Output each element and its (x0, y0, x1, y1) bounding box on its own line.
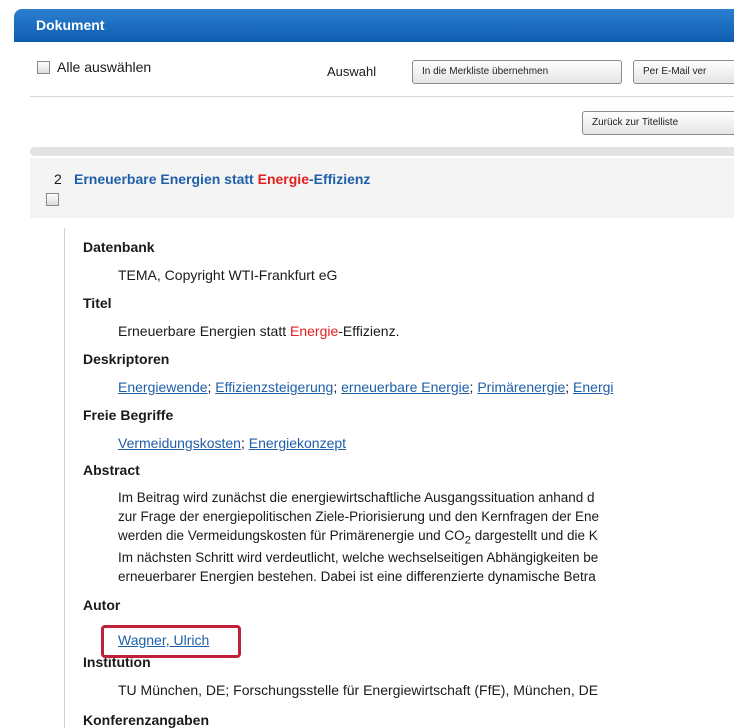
free-term-links: Vermeidungskosten; Energiekonzept (118, 435, 346, 451)
title-text: Erneuerbare Energien statt (74, 171, 258, 187)
field-label-deskriptoren: Deskriptoren (83, 351, 170, 367)
back-to-title-list-button[interactable]: Zurück zur Titelliste (582, 111, 734, 135)
field-value-titel: Erneuerbare Energien statt Energie-Effiz… (118, 323, 399, 339)
field-label-konferenz: Konferenzangaben (83, 712, 210, 728)
email-button[interactable]: Per E-Mail ver (633, 60, 734, 84)
add-to-merkliste-button[interactable]: In die Merkliste übernehmen (412, 60, 622, 84)
abstract-line: Im nächsten Schritt wird verdeutlicht, w… (118, 550, 599, 565)
field-value-datenbank: TEMA, Copyright WTI-Frankfurt eG (118, 267, 338, 283)
field-label-autor: Autor (83, 597, 121, 613)
result-checkbox[interactable] (46, 193, 59, 206)
link-separator: ; (565, 379, 574, 395)
abstract-line: werden die Vermeidungskosten für Primäre… (118, 528, 598, 547)
abstract-line: zur Frage der energiepolitischen Ziele-P… (118, 509, 600, 524)
descriptor-links: Energiewende; Effizienzsteigerung; erneu… (118, 379, 614, 395)
descriptor-link[interactable]: Energiewende (118, 379, 208, 395)
field-label-abstract: Abstract (83, 462, 140, 478)
abstract-line: Im Beitrag wird zunächst die energiewirt… (118, 490, 595, 505)
result-row: 2 Erneuerbare Energien statt Energie-Eff… (30, 158, 734, 218)
free-term-link[interactable]: Energiekonzept (249, 435, 346, 451)
selection-toolbar: Alle auswählen Auswahl In die Merkliste … (30, 56, 734, 94)
free-term-link[interactable]: Vermeidungskosten (118, 435, 241, 451)
title-highlight: Energie (257, 171, 309, 187)
select-all-label[interactable]: Alle auswählen (57, 59, 151, 75)
descriptor-link[interactable]: erneuerbare Energie (341, 379, 469, 395)
field-label-freie-begriffe: Freie Begriffe (83, 407, 174, 423)
link-separator: ; (240, 435, 249, 451)
document-panel-header: Dokument (14, 9, 734, 42)
abstract-line: erneuerbarer Energien bestehen. Dabei is… (118, 569, 596, 584)
descriptor-link[interactable]: Energi (573, 379, 613, 395)
descriptor-link[interactable]: Primärenergie (477, 379, 565, 395)
abstract-text: werden die Vermeidungskosten für Primäre… (118, 528, 465, 543)
panel-title: Dokument (36, 17, 105, 33)
author-highlight-box (101, 625, 241, 658)
toolbar-divider (30, 96, 734, 97)
result-number: 2 (54, 171, 62, 187)
select-all-checkbox[interactable] (37, 61, 50, 74)
field-value-institution: TU München, DE; Forschungsstelle für Ene… (118, 682, 599, 698)
result-title-link[interactable]: Erneuerbare Energien statt Energie-Effiz… (74, 171, 370, 187)
field-label-datenbank: Datenbank (83, 239, 155, 255)
descriptor-link[interactable]: Effizienzsteigerung (215, 379, 333, 395)
titel-highlight: Energie (290, 323, 339, 339)
link-separator: ; (333, 379, 342, 395)
titel-text: Erneuerbare Energien statt (118, 323, 290, 339)
section-divider (30, 147, 734, 156)
titel-text-end: -Effizienz. (338, 323, 400, 339)
abstract-text: dargestellt und die K (470, 528, 598, 543)
selection-label: Auswahl (327, 64, 377, 79)
field-label-titel: Titel (83, 295, 112, 311)
title-text-end: -Effizienz (308, 171, 371, 187)
